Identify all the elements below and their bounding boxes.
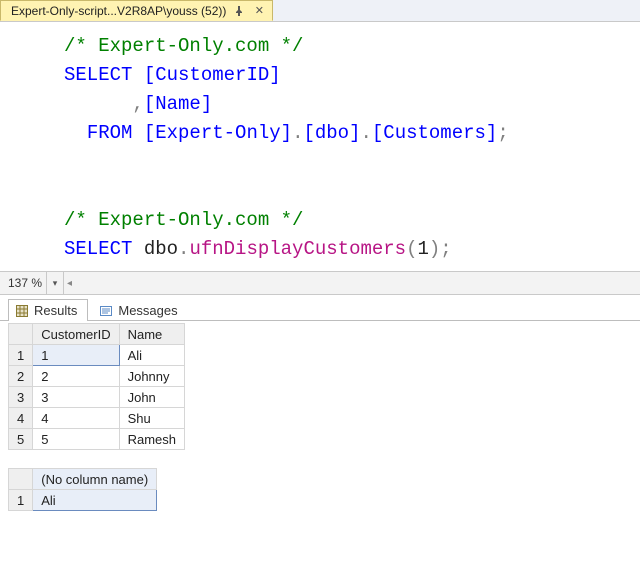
- column-header[interactable]: (No column name): [33, 469, 157, 490]
- cell[interactable]: Johnny: [119, 366, 184, 387]
- code-identifier: [Customers]: [372, 122, 497, 144]
- cell[interactable]: 1: [33, 345, 119, 366]
- pin-icon[interactable]: [232, 4, 246, 18]
- table-row: 4 4 Shu: [9, 408, 185, 429]
- code-keyword: SELECT: [64, 64, 132, 86]
- row-header[interactable]: 1: [9, 345, 33, 366]
- cell[interactable]: John: [119, 387, 184, 408]
- tab-messages[interactable]: Messages: [92, 299, 188, 321]
- code-punct: .: [178, 238, 189, 260]
- grid-corner[interactable]: [9, 324, 33, 345]
- results-tabbar: Results Messages: [0, 295, 640, 321]
- row-header[interactable]: 1: [9, 490, 33, 511]
- results-pane: CustomerID Name 1 1 Ali 2 2 Johnny 3 3 J…: [0, 321, 640, 580]
- row-header[interactable]: 2: [9, 366, 33, 387]
- chevron-left-icon[interactable]: ◂: [64, 278, 80, 289]
- code-punct: .: [292, 122, 303, 144]
- result-grid-1[interactable]: CustomerID Name 1 1 Ali 2 2 Johnny 3 3 J…: [8, 323, 185, 450]
- column-header[interactable]: CustomerID: [33, 324, 119, 345]
- code-punct: (: [406, 238, 417, 260]
- row-header[interactable]: 4: [9, 408, 33, 429]
- row-header[interactable]: 3: [9, 387, 33, 408]
- zoom-dropdown[interactable]: ▾: [46, 272, 64, 294]
- code-punct: ): [429, 238, 440, 260]
- cell[interactable]: Ali: [33, 490, 157, 511]
- code-comment: /* Expert-Only.com */: [64, 209, 303, 231]
- cell[interactable]: Shu: [119, 408, 184, 429]
- cell[interactable]: 2: [33, 366, 119, 387]
- code-keyword: SELECT: [64, 238, 132, 260]
- table-row: 1 Ali: [9, 490, 157, 511]
- code-text: dbo: [132, 238, 178, 260]
- tab-results[interactable]: Results: [8, 299, 88, 321]
- code-comment: /* Expert-Only.com */: [64, 35, 303, 57]
- table-row: 5 5 Ramesh: [9, 429, 185, 450]
- code-identifier: [Name]: [144, 93, 212, 115]
- table-row: 2 2 Johnny: [9, 366, 185, 387]
- zoom-percent: 137 %: [0, 276, 46, 290]
- cell[interactable]: Ali: [119, 345, 184, 366]
- code-identifier: [CustomerID]: [144, 64, 281, 86]
- code-identifier: [dbo]: [303, 122, 360, 144]
- column-header[interactable]: Name: [119, 324, 184, 345]
- document-tab[interactable]: Expert-Only-script...V2R8AP\youss (52)) …: [0, 0, 273, 21]
- close-icon[interactable]: ✕: [252, 4, 266, 18]
- cell[interactable]: 5: [33, 429, 119, 450]
- code-identifier: [Expert-Only]: [144, 122, 292, 144]
- cell[interactable]: 3: [33, 387, 119, 408]
- code-punct: ;: [497, 122, 508, 144]
- document-tab-title: Expert-Only-script...V2R8AP\youss (52)): [11, 4, 226, 18]
- grid-corner[interactable]: [9, 469, 33, 490]
- code-arg: 1: [417, 238, 428, 260]
- document-tabstrip: Expert-Only-script...V2R8AP\youss (52)) …: [0, 0, 640, 22]
- table-row: 3 3 John: [9, 387, 185, 408]
- code-punct: .: [360, 122, 371, 144]
- result-grid-2[interactable]: (No column name) 1 Ali: [8, 468, 157, 511]
- sql-editor[interactable]: /* Expert-Only.com */ SELECT [CustomerID…: [0, 22, 640, 271]
- code-function: ufnDisplayCustomers: [189, 238, 406, 260]
- zoom-bar: 137 % ▾ ◂: [0, 271, 640, 295]
- tab-results-label: Results: [34, 303, 77, 318]
- row-header[interactable]: 5: [9, 429, 33, 450]
- cell[interactable]: 4: [33, 408, 119, 429]
- grid-icon: [15, 304, 29, 318]
- code-punct: ;: [440, 238, 451, 260]
- table-row: 1 1 Ali: [9, 345, 185, 366]
- tab-messages-label: Messages: [118, 303, 177, 318]
- code-keyword: FROM: [87, 122, 133, 144]
- code-punct: ,: [132, 93, 143, 115]
- cell[interactable]: Ramesh: [119, 429, 184, 450]
- messages-icon: [99, 304, 113, 318]
